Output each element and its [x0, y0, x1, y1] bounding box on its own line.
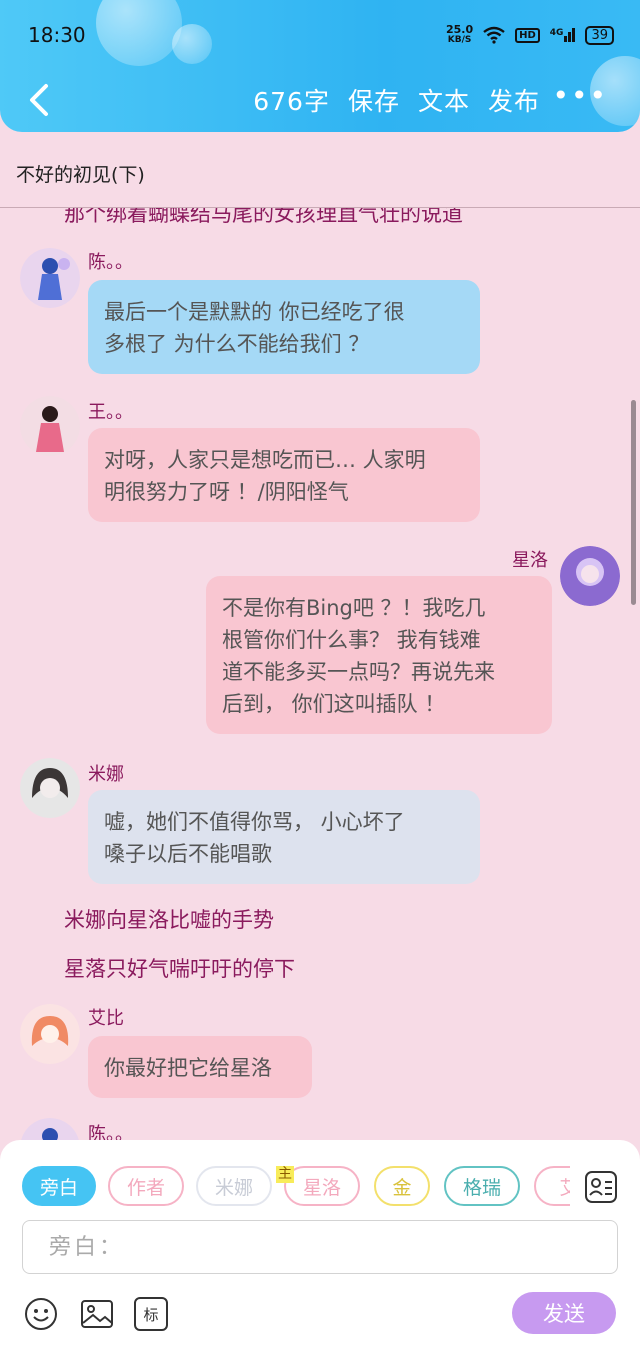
message-line: 道不能多买一点吗？再说先来: [222, 660, 495, 684]
message-bubble[interactable]: 对呀，人家只是想吃而已… 人家明 明很努力了呀 ！/阴阳怪气: [88, 428, 480, 522]
message-line: 嘘，她们不值得你骂， 小心坏了: [104, 810, 405, 834]
message-input[interactable]: [23, 1221, 617, 1273]
message-line: 不是你有Bing吧 ？！我吃几: [222, 596, 486, 620]
narration-text: 那个绑着蝴蝶结马尾的女孩理直气壮的说道: [64, 208, 463, 226]
signal-icon: 4G: [550, 28, 576, 42]
role-chip-narrator[interactable]: 旁白: [22, 1166, 96, 1206]
message-bubble[interactable]: 你最好把它给星洛: [88, 1036, 312, 1098]
sender-name: 王。。: [88, 402, 133, 423]
battery-indicator: 39: [585, 25, 614, 45]
tag-icon[interactable]: 标: [134, 1297, 168, 1331]
network-speed-unit: KB/S: [447, 35, 472, 45]
message-bubble[interactable]: 最后一个是默默的 你已经吃了很 多根了 为什么不能给我们 ？: [88, 280, 480, 374]
back-chevron-left-icon[interactable]: [24, 82, 54, 118]
publish-button[interactable]: 发布: [488, 82, 540, 118]
network-speed-value: 25.0: [445, 23, 474, 36]
main-role-badge: 主: [276, 1166, 294, 1183]
role-chip-mina[interactable]: 米娜: [196, 1166, 272, 1206]
sender-name: 星洛: [512, 550, 548, 571]
header-actions: 676字 保存 文本 发布: [253, 82, 540, 118]
role-chip-gerui[interactable]: 格瑞: [444, 1166, 520, 1206]
image-icon[interactable]: [80, 1297, 114, 1331]
message-line: 嗓子以后不能唱歌: [104, 842, 272, 866]
more-menu-icon[interactable]: •••: [552, 82, 608, 110]
message-line: 明很努力了呀 ！/阴阳怪气: [104, 480, 349, 504]
message-input-box: [22, 1220, 618, 1274]
message-line: 后到， 你们这叫插队 ！: [222, 692, 446, 716]
sender-name: 艾比: [88, 1008, 124, 1029]
save-button[interactable]: 保存: [348, 82, 400, 118]
message-line: 最后一个是默默的 你已经吃了很: [104, 300, 405, 324]
message-bubble[interactable]: 嘘，她们不值得你骂， 小心坏了 嗓子以后不能唱歌: [88, 790, 480, 884]
narration-text: 米娜向星洛比嘘的手势: [64, 908, 274, 932]
scrollbar[interactable]: [631, 400, 636, 605]
message-line: 对呀，人家只是想吃而已… 人家明: [104, 448, 426, 472]
top-bar: 18:30 25.0 KB/S HD 4G 39 676字 保存 文本 发布 •…: [0, 0, 640, 132]
avatar[interactable]: [20, 248, 80, 308]
role-chip-ai[interactable]: 艾: [534, 1166, 570, 1206]
roles-list-icon[interactable]: [584, 1170, 618, 1204]
word-count: 676字: [253, 87, 330, 116]
sender-name: 陈。。: [88, 252, 133, 273]
hd-icon: HD: [515, 27, 540, 43]
role-chip-jin[interactable]: 金: [374, 1166, 430, 1206]
signal-label: 4G: [549, 28, 564, 38]
role-chip-author[interactable]: 作者: [108, 1166, 184, 1206]
chat-area[interactable]: 那个绑着蝴蝶结马尾的女孩理直气壮的说道 陈。。 最后一个是默默的 你已经吃了很 …: [0, 208, 640, 1143]
smiley-icon[interactable]: [24, 1297, 58, 1331]
avatar[interactable]: [20, 396, 80, 456]
status-time: 18:30: [28, 23, 86, 47]
avatar[interactable]: [20, 1004, 80, 1064]
text-button[interactable]: 文本: [418, 82, 470, 118]
message-line: 根管你们什么事？ 我有钱难: [222, 628, 481, 652]
narration-text: 星落只好气喘吁吁的停下: [64, 957, 295, 981]
composer-panel: 旁白 作者 米娜 星洛 主 金 格瑞 艾 标 发送: [0, 1140, 640, 1351]
wifi-icon: [483, 26, 505, 44]
avatar[interactable]: [560, 546, 620, 606]
message-line: 多根了 为什么不能给我们 ？: [104, 332, 370, 356]
story-title[interactable]: 不好的初见(下): [16, 160, 145, 187]
send-button[interactable]: 发送: [512, 1292, 616, 1334]
status-icons: 25.0 KB/S HD 4G 39: [446, 24, 614, 46]
status-bar: 18:30 25.0 KB/S HD 4G 39: [28, 20, 614, 50]
tag-label: 标: [143, 1305, 159, 1324]
network-speed: 25.0 KB/S: [446, 24, 473, 46]
message-bubble[interactable]: 不是你有Bing吧 ？！我吃几 根管你们什么事？ 我有钱难 道不能多买一点吗？再…: [206, 576, 552, 734]
role-selector: 旁白 作者 米娜 星洛 主 金 格瑞 艾: [22, 1166, 570, 1208]
nav-bar: 676字 保存 文本 发布 •••: [0, 78, 640, 122]
story-title-bar: 不好的初见(下): [0, 148, 640, 208]
message-line: 你最好把它给星洛: [104, 1056, 272, 1080]
role-chip-xingluo[interactable]: 星洛: [284, 1166, 360, 1206]
sender-name: 米娜: [88, 764, 124, 785]
avatar[interactable]: [20, 758, 80, 818]
